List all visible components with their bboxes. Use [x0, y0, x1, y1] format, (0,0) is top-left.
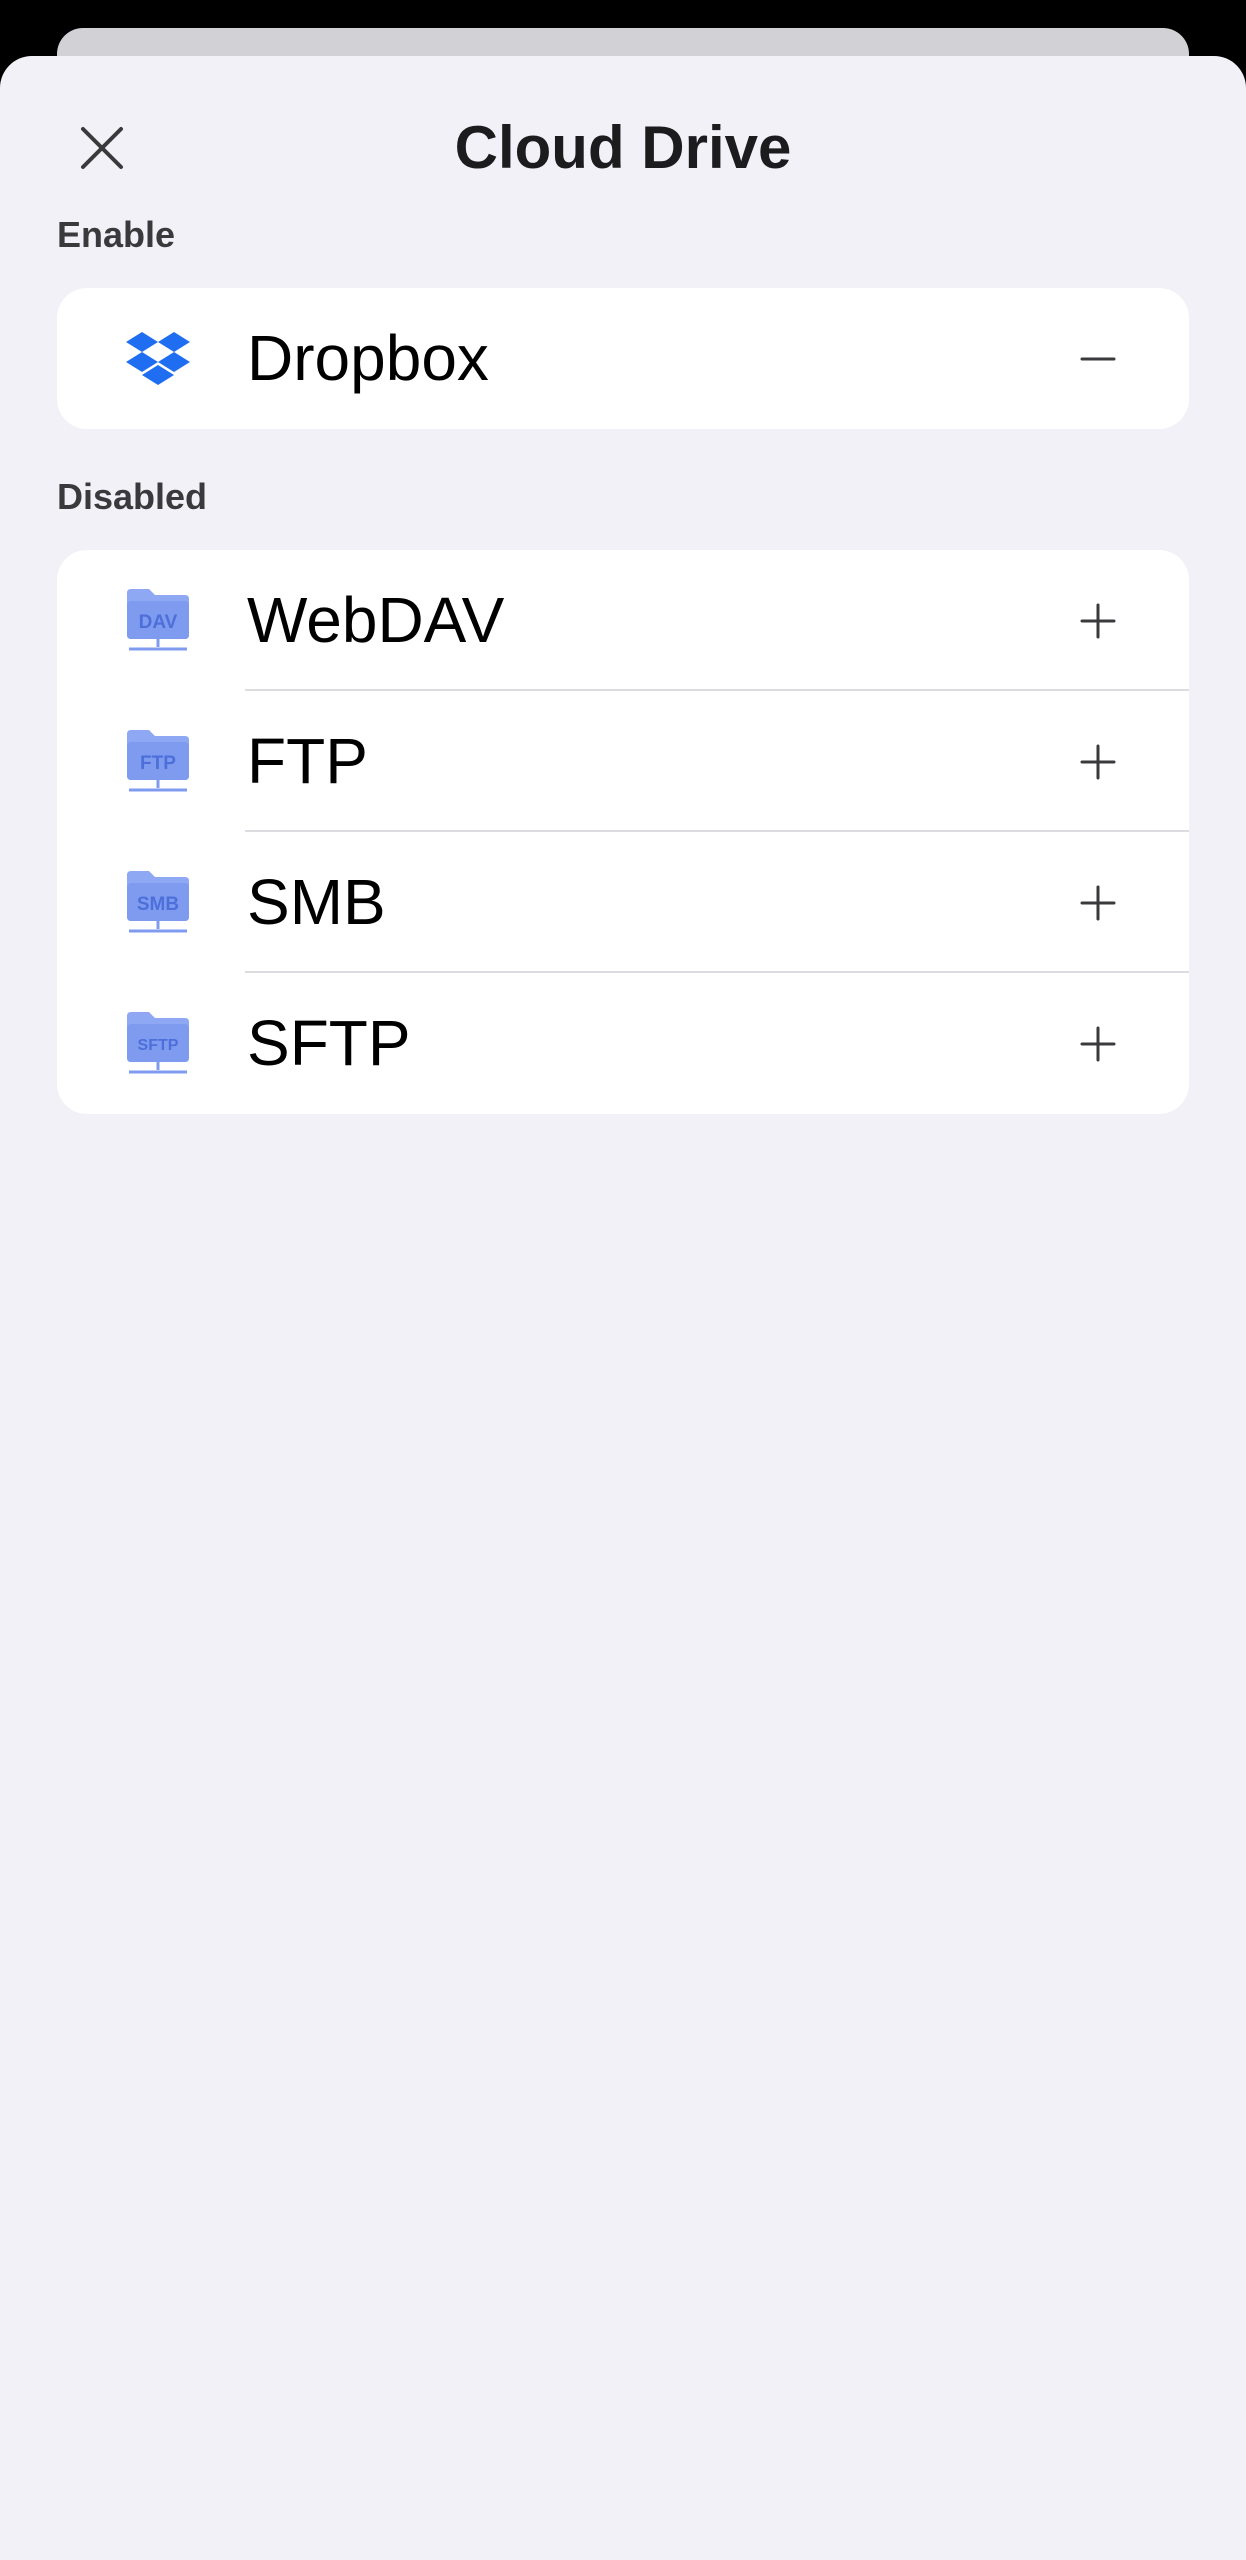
list-item-label: FTP	[247, 725, 368, 797]
plus-icon	[1080, 885, 1116, 921]
add-ftp-button[interactable]	[1067, 731, 1129, 793]
dropbox-icon	[123, 323, 193, 393]
smb-folder-icon: SMB	[123, 867, 193, 937]
list-item-smb[interactable]: SMB SMB	[57, 832, 1189, 973]
list-item-webdav[interactable]: DAV WebDAV	[57, 550, 1189, 691]
add-sftp-button[interactable]	[1067, 1013, 1129, 1075]
disabled-card: DAV WebDAV FTP FTP SMB SMB SFTP SFTP	[57, 550, 1189, 1114]
folder-badge: FTP	[140, 753, 176, 774]
add-webdav-button[interactable]	[1067, 590, 1129, 652]
plus-icon	[1080, 603, 1116, 639]
plus-icon	[1080, 1026, 1116, 1062]
enabled-card: Dropbox	[57, 288, 1189, 429]
section-label-enable: Enable	[57, 214, 176, 255]
list-item-label: Dropbox	[247, 322, 489, 394]
ftp-folder-icon: FTP	[123, 726, 193, 796]
list-item-label: SMB	[247, 866, 386, 938]
list-item-ftp[interactable]: FTP FTP	[57, 691, 1189, 832]
folder-badge: SFTP	[138, 1037, 179, 1054]
plus-icon	[1080, 744, 1116, 780]
cloud-drive-sheet: Cloud Drive Enable Dropbox Disabled DAV …	[0, 56, 1246, 2560]
remove-dropbox-button[interactable]	[1067, 328, 1129, 390]
webdav-folder-icon: DAV	[123, 585, 193, 655]
list-item-label: WebDAV	[247, 584, 505, 656]
add-smb-button[interactable]	[1067, 872, 1129, 934]
folder-badge: SMB	[137, 894, 179, 915]
page-title: Cloud Drive	[454, 114, 792, 181]
sftp-folder-icon: SFTP	[123, 1008, 193, 1078]
minus-icon	[1080, 357, 1116, 361]
list-item-label: SFTP	[247, 1007, 411, 1079]
folder-badge: DAV	[139, 612, 178, 633]
list-item-dropbox[interactable]: Dropbox	[57, 288, 1189, 429]
section-label-disabled: Disabled	[57, 476, 208, 517]
list-item-sftp[interactable]: SFTP SFTP	[57, 973, 1189, 1114]
